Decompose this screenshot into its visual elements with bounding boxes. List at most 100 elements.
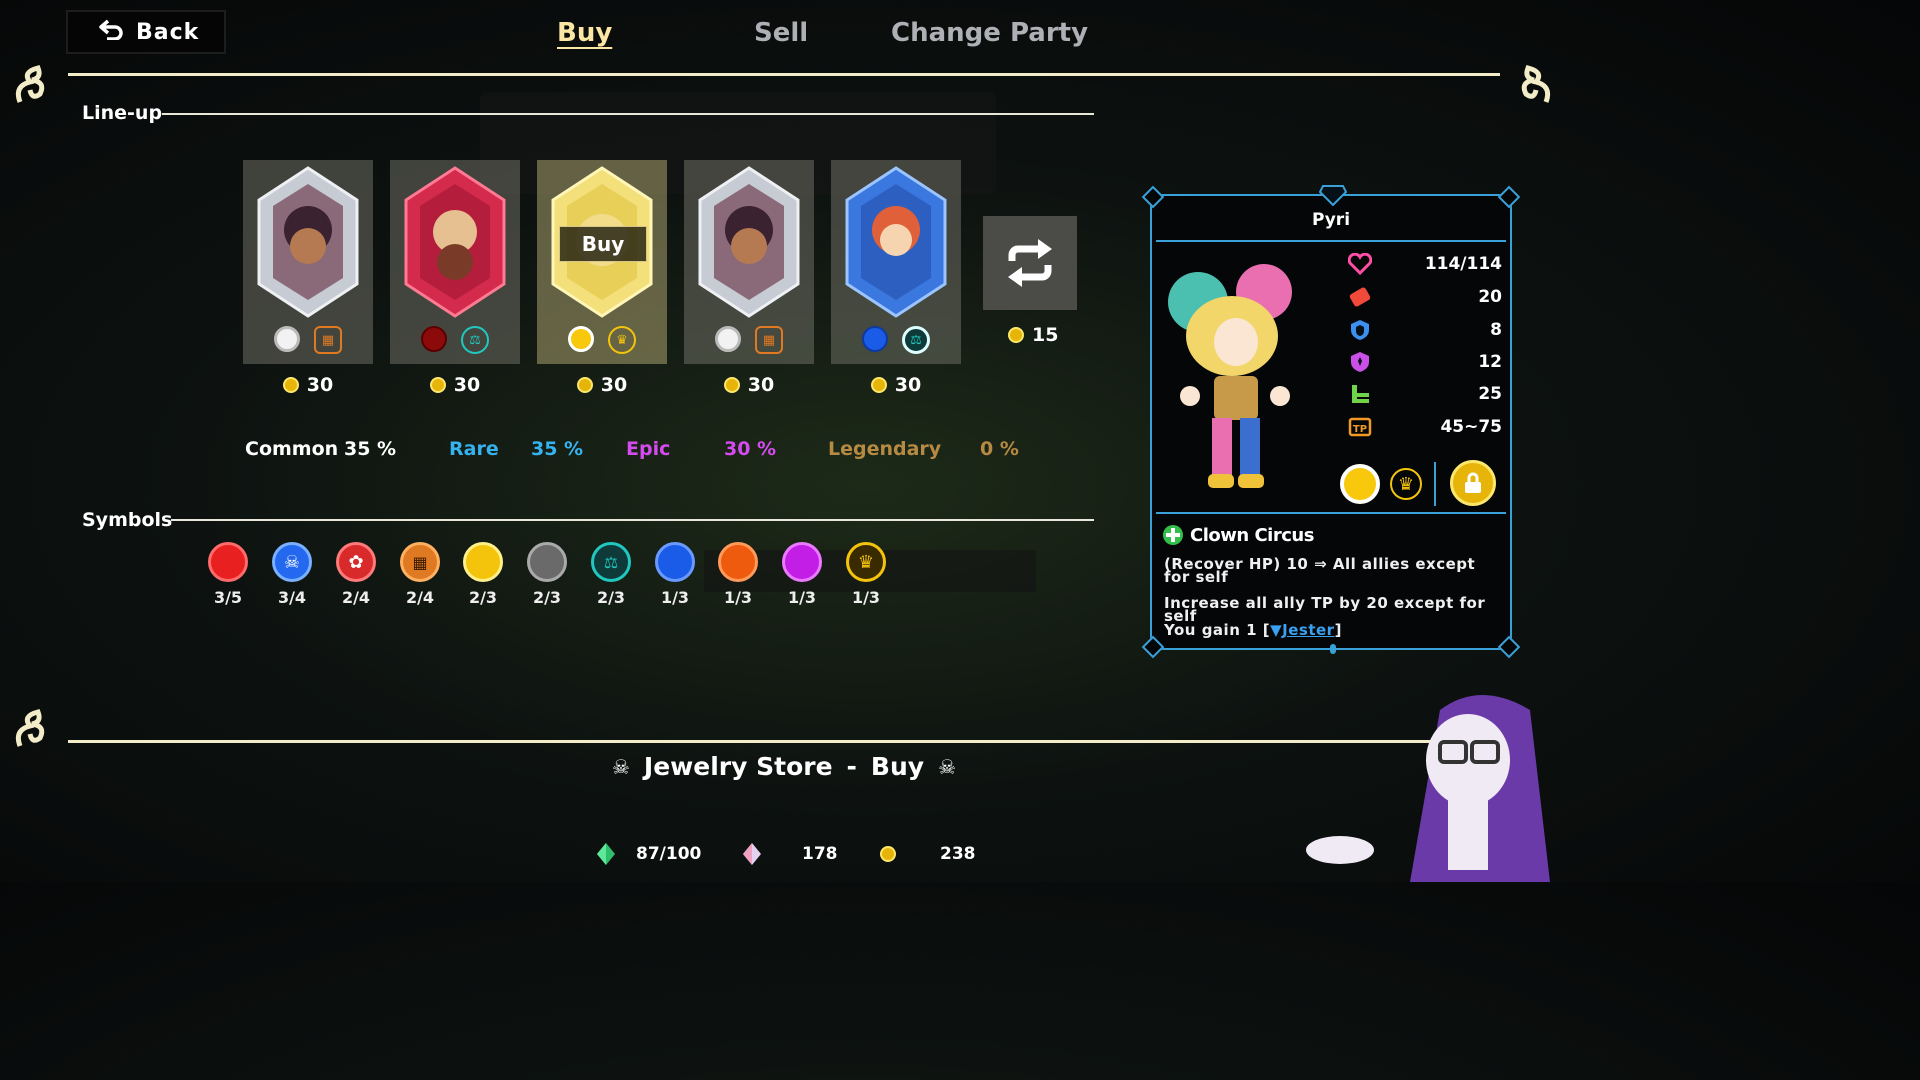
- rarity-epic-pct: 30 %: [724, 438, 777, 460]
- coin-count: 238: [940, 844, 976, 864]
- panel-corner: [1497, 635, 1521, 659]
- lock-button[interactable]: [1450, 460, 1496, 506]
- symbol-count: 1/3: [851, 588, 881, 607]
- crown-symbol-icon: ♛: [1390, 468, 1422, 500]
- shard-count: 178: [802, 844, 838, 864]
- helmet-symbol-icon: ▦: [755, 326, 783, 354]
- tp-icon: TP: [1348, 417, 1372, 437]
- tab-change-party[interactable]: Change Party: [891, 18, 1088, 48]
- symbol-item[interactable]: ♛ 1/3: [841, 542, 891, 607]
- refresh-cost: 15: [1008, 324, 1058, 346]
- tab-buy[interactable]: Buy: [557, 18, 612, 48]
- symbol-item[interactable]: ☠ 3/4: [267, 542, 317, 607]
- orb-card[interactable]: ▦: [243, 160, 373, 364]
- refresh-button[interactable]: [983, 216, 1077, 310]
- symbol-item[interactable]: 1/3: [650, 542, 700, 607]
- orb-card[interactable]: ▦: [684, 160, 814, 364]
- symbol-item[interactable]: 2/3: [522, 542, 572, 607]
- stat-magic-defense: 12: [1348, 350, 1502, 374]
- skull-icon: ☠: [938, 754, 957, 779]
- symbol-count: 1/3: [723, 588, 753, 607]
- prism-shard-icon: [743, 843, 761, 865]
- panel-rule: [1156, 512, 1506, 514]
- magic-shield-icon: [1351, 352, 1369, 372]
- top-divider: [68, 73, 1500, 76]
- symbol-item[interactable]: ✿ 2/4: [331, 542, 381, 607]
- stat-hp: 114/114: [1348, 252, 1502, 276]
- rarity-common-pct: 35 %: [344, 438, 397, 460]
- symbols-rule: [171, 519, 1094, 521]
- skill-effect-line: Increase all ally TP by 20 except for se…: [1164, 594, 1486, 625]
- skull-icon: ☠: [611, 754, 630, 779]
- attack-icon: [1349, 287, 1371, 307]
- card-price: 30: [831, 374, 961, 396]
- symbol-count: 2/3: [468, 588, 498, 607]
- symbol-item[interactable]: 1/3: [713, 542, 763, 607]
- sapphire-orb-icon: [845, 166, 947, 318]
- rarity-legendary-pct: 0 %: [980, 438, 1019, 460]
- crystal-count: 87/100: [636, 844, 702, 864]
- red-symbol-icon: [208, 542, 248, 582]
- buy-hover-button[interactable]: Buy: [559, 226, 647, 262]
- svg-text:TP: TP: [1353, 424, 1367, 435]
- rarity-indicator: [862, 326, 888, 352]
- stat-speed: 25: [1348, 382, 1502, 406]
- yellow-symbol-icon: [463, 542, 503, 582]
- scales-symbol-icon: ⚖: [902, 326, 930, 354]
- rarity-indicator: [421, 326, 447, 352]
- symbol-item[interactable]: 2/3: [458, 542, 508, 607]
- panel-rule: [1156, 240, 1506, 242]
- orb-card[interactable]: ⚖: [390, 160, 520, 364]
- back-button[interactable]: Back: [66, 10, 226, 54]
- resource-bar: 87/100 178 238: [596, 842, 976, 866]
- crown-symbol-icon: ♛: [608, 326, 636, 354]
- orb-card[interactable]: Buy ♛: [537, 160, 667, 364]
- silver-orb-icon: [257, 166, 359, 318]
- character-panel: Pyri 114/114 20 8 12 25 TP 45~75 ♛ Clown…: [1141, 185, 1521, 659]
- coin-icon: [870, 377, 887, 393]
- silver-orb-icon: [698, 166, 800, 318]
- diamond-icon: [1319, 185, 1347, 206]
- panel-corner: [1497, 185, 1521, 209]
- symbol-count: 1/3: [660, 588, 690, 607]
- flower-symbol-icon: ✿: [336, 542, 376, 582]
- skill-gain-line: You gain 1 [▼Jester]: [1164, 621, 1342, 639]
- scales-symbol-icon: ⚖: [591, 542, 631, 582]
- ruby-orb-icon: [404, 166, 506, 318]
- lineup-label: Line-up: [82, 102, 163, 124]
- rarity-indicator: [1340, 464, 1380, 504]
- symbol-count: 2/4: [405, 588, 435, 607]
- rarity-indicator: [274, 326, 300, 352]
- panel-separator: [1434, 462, 1436, 506]
- rarity-indicator: [568, 326, 594, 352]
- scales-symbol-icon: ⚖: [461, 326, 489, 354]
- jester-link[interactable]: Jester: [1282, 621, 1334, 639]
- green-crystal-icon: [597, 843, 615, 865]
- skill-title: Clown Circus: [1162, 524, 1314, 546]
- stat-attack: 20: [1348, 285, 1502, 309]
- coin-icon: [429, 377, 446, 393]
- heart-icon: [1348, 253, 1372, 275]
- orb-card[interactable]: ⚖: [831, 160, 961, 364]
- symbols-label: Symbols: [82, 509, 173, 531]
- coin-icon: [1008, 327, 1024, 343]
- symbol-count: 3/4: [277, 588, 307, 607]
- helmet-symbol-icon: ▦: [314, 326, 342, 354]
- rarity-common-label: Common: [245, 438, 339, 460]
- symbol-count: 1/3: [787, 588, 817, 607]
- coin-icon: [576, 377, 593, 393]
- symbol-item[interactable]: ▦ 2/4: [395, 542, 445, 607]
- character-portrait: [1168, 264, 1292, 488]
- symbol-item[interactable]: 3/5: [203, 542, 253, 607]
- symbol-item[interactable]: ⚖ 2/3: [586, 542, 636, 607]
- character-name: Pyri: [1311, 210, 1351, 230]
- rarity-epic-label: Epic: [626, 438, 671, 460]
- scroll-handle[interactable]: [1330, 644, 1336, 654]
- panel-corner: [1141, 635, 1165, 659]
- ornament-icon: [15, 709, 45, 747]
- card-price: 30: [390, 374, 520, 396]
- card-price: 30: [684, 374, 814, 396]
- symbol-item[interactable]: 1/3: [777, 542, 827, 607]
- tab-sell[interactable]: Sell: [754, 18, 808, 48]
- lock-icon: [1465, 472, 1481, 493]
